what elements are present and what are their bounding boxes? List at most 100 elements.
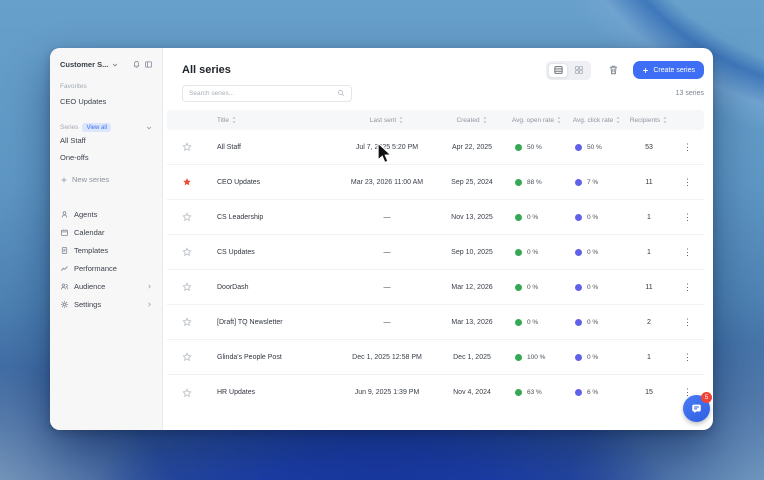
- workspace-switcher[interactable]: Customer S...: [60, 60, 153, 69]
- open-rate-dot: [515, 213, 522, 221]
- last-sent-value: Mar 23, 2026 11:00 AM: [350, 178, 424, 186]
- click-rate-dot: [575, 353, 582, 361]
- notification-badge: 5: [701, 392, 712, 403]
- nav-item-label: Agents: [74, 209, 98, 219]
- nav-item-label: Calendar: [74, 227, 105, 237]
- favorite-star-icon[interactable]: [182, 282, 192, 292]
- row-menu-button[interactable]: ⋮: [683, 282, 692, 292]
- chat-widget[interactable]: 5: [683, 392, 712, 422]
- create-series-button[interactable]: Create series: [633, 61, 704, 79]
- open-rate-dot: [515, 283, 522, 291]
- sidebar-item-audience[interactable]: Audience: [60, 277, 153, 295]
- main-content: All series Create series Search series..…: [163, 48, 713, 430]
- new-series-button[interactable]: New series: [60, 172, 153, 187]
- series-title: CEO Updates: [217, 178, 261, 186]
- click-rate-value: 0 %: [587, 318, 599, 326]
- click-rate-value: 7 %: [587, 178, 599, 186]
- table-header: Title Last sent Created Avg. open rate A…: [167, 110, 704, 130]
- search-icon: [337, 89, 345, 97]
- created-value: Nov 4, 2024: [453, 389, 491, 396]
- table-row[interactable]: CEO Updates Mar 23, 2026 11:00 AM Sep 25…: [167, 165, 704, 200]
- row-menu-button[interactable]: ⋮: [683, 352, 692, 362]
- click-rate-dot: [575, 283, 582, 291]
- open-rate-value: 0 %: [527, 318, 539, 326]
- column-header-recipients[interactable]: Recipients: [627, 116, 671, 124]
- sidebar-item-ceo-updates[interactable]: CEO Updates: [60, 93, 153, 110]
- series-title: All Staff: [217, 143, 241, 151]
- search-input[interactable]: [189, 89, 337, 97]
- chevron-down-icon: [111, 61, 119, 69]
- sidebar: Customer S... Favorites CEO Updates Seri…: [50, 48, 163, 430]
- table-row[interactable]: CS Updates — Sep 10, 2025 0 % 0 % 1 ⋮: [167, 235, 704, 270]
- created-value: Apr 22, 2025: [451, 143, 493, 151]
- recipients-value: 2: [647, 318, 651, 326]
- favorite-star-icon[interactable]: [182, 352, 192, 362]
- sort-icon: [615, 116, 621, 124]
- series-title: DoorDash: [217, 283, 249, 291]
- created-value: Nov 13, 2025: [451, 213, 493, 221]
- created-value: Sep 10, 2025: [451, 248, 493, 256]
- plus-icon: [60, 176, 68, 184]
- column-header-open-rate[interactable]: Avg. open rate: [507, 116, 567, 124]
- click-rate-dot: [575, 213, 582, 221]
- favorite-star-icon[interactable]: [182, 317, 192, 327]
- sidebar-item-all-staff[interactable]: All Staff: [60, 132, 153, 149]
- sort-icon: [398, 116, 404, 124]
- column-header-created[interactable]: Created: [437, 116, 507, 124]
- row-menu-button[interactable]: ⋮: [683, 212, 692, 222]
- click-rate-dot: [575, 389, 582, 396]
- row-menu-button[interactable]: ⋮: [683, 177, 692, 187]
- last-sent-value: —: [383, 248, 391, 256]
- grid-view-button[interactable]: [569, 63, 589, 78]
- audience-icon: [60, 282, 69, 291]
- table-row[interactable]: CS Leadership — Nov 13, 2025 0 % 0 % 1 ⋮: [167, 200, 704, 235]
- column-header-click-rate[interactable]: Avg. click rate: [567, 116, 627, 124]
- table-row[interactable]: All Staff Jul 7, 2025 5:20 PM Apr 22, 20…: [167, 130, 704, 165]
- sidebar-item-templates[interactable]: Templates: [60, 241, 153, 259]
- row-menu-button[interactable]: ⋮: [683, 317, 692, 327]
- table-row[interactable]: [Draft] TQ Newsletter — Mar 13, 2026 0 %…: [167, 305, 704, 340]
- click-rate-value: 6 %: [587, 389, 599, 396]
- table-row[interactable]: DoorDash — Mar 12, 2026 0 % 0 % 11 ⋮: [167, 270, 704, 305]
- column-header-title[interactable]: Title: [207, 116, 337, 124]
- sidebar-item-calendar[interactable]: Calendar: [60, 223, 153, 241]
- nav-item-label: Settings: [74, 299, 102, 309]
- create-series-label: Create series: [653, 66, 695, 74]
- sort-icon: [556, 116, 562, 124]
- favorite-star-icon[interactable]: [182, 387, 192, 398]
- view-all-link[interactable]: View all: [82, 123, 112, 132]
- open-rate-dot: [515, 318, 522, 326]
- delete-button[interactable]: [605, 62, 621, 78]
- sidebar-item-one-offs[interactable]: One-offs: [60, 149, 153, 166]
- chevron-right-icon: [146, 283, 153, 290]
- workspace-name: Customer S...: [60, 60, 109, 69]
- row-menu-button[interactable]: ⋮: [683, 142, 692, 152]
- series-title: CS Updates: [217, 248, 255, 256]
- click-rate-value: 0 %: [587, 283, 599, 291]
- table-row[interactable]: HR Updates Jun 9, 2025 1:39 PM Nov 4, 20…: [167, 375, 704, 410]
- bell-icon[interactable]: [132, 60, 141, 69]
- column-header-last-sent[interactable]: Last sent: [337, 116, 437, 124]
- last-sent-value: —: [383, 318, 391, 326]
- list-view-button[interactable]: [548, 62, 569, 78]
- series-title: [Draft] TQ Newsletter: [217, 318, 283, 326]
- app-window: Customer S... Favorites CEO Updates Seri…: [50, 48, 713, 430]
- series-section-header: Series View all: [60, 123, 153, 132]
- recipients-value: 11: [645, 283, 653, 291]
- chat-bubble-icon: [690, 402, 703, 415]
- sidebar-item-settings[interactable]: Settings: [60, 295, 153, 313]
- favorite-star-icon[interactable]: [182, 142, 192, 152]
- chevron-down-icon[interactable]: [145, 124, 153, 132]
- click-rate-value: 0 %: [587, 213, 599, 221]
- favorite-star-icon[interactable]: [182, 212, 192, 222]
- favorite-star-icon[interactable]: [182, 247, 192, 257]
- sidebar-toggle-icon[interactable]: [144, 60, 153, 69]
- row-menu-button[interactable]: ⋮: [683, 247, 692, 257]
- favorite-star-icon[interactable]: [182, 177, 192, 187]
- last-sent-value: —: [383, 213, 391, 221]
- sidebar-item-performance[interactable]: Performance: [60, 259, 153, 277]
- table-row[interactable]: Glinda's People Post Dec 1, 2025 12:58 P…: [167, 340, 704, 375]
- series-table: Title Last sent Created Avg. open rate A…: [167, 110, 704, 410]
- sidebar-item-agents[interactable]: Agents: [60, 205, 153, 223]
- recipients-value: 1: [647, 353, 651, 361]
